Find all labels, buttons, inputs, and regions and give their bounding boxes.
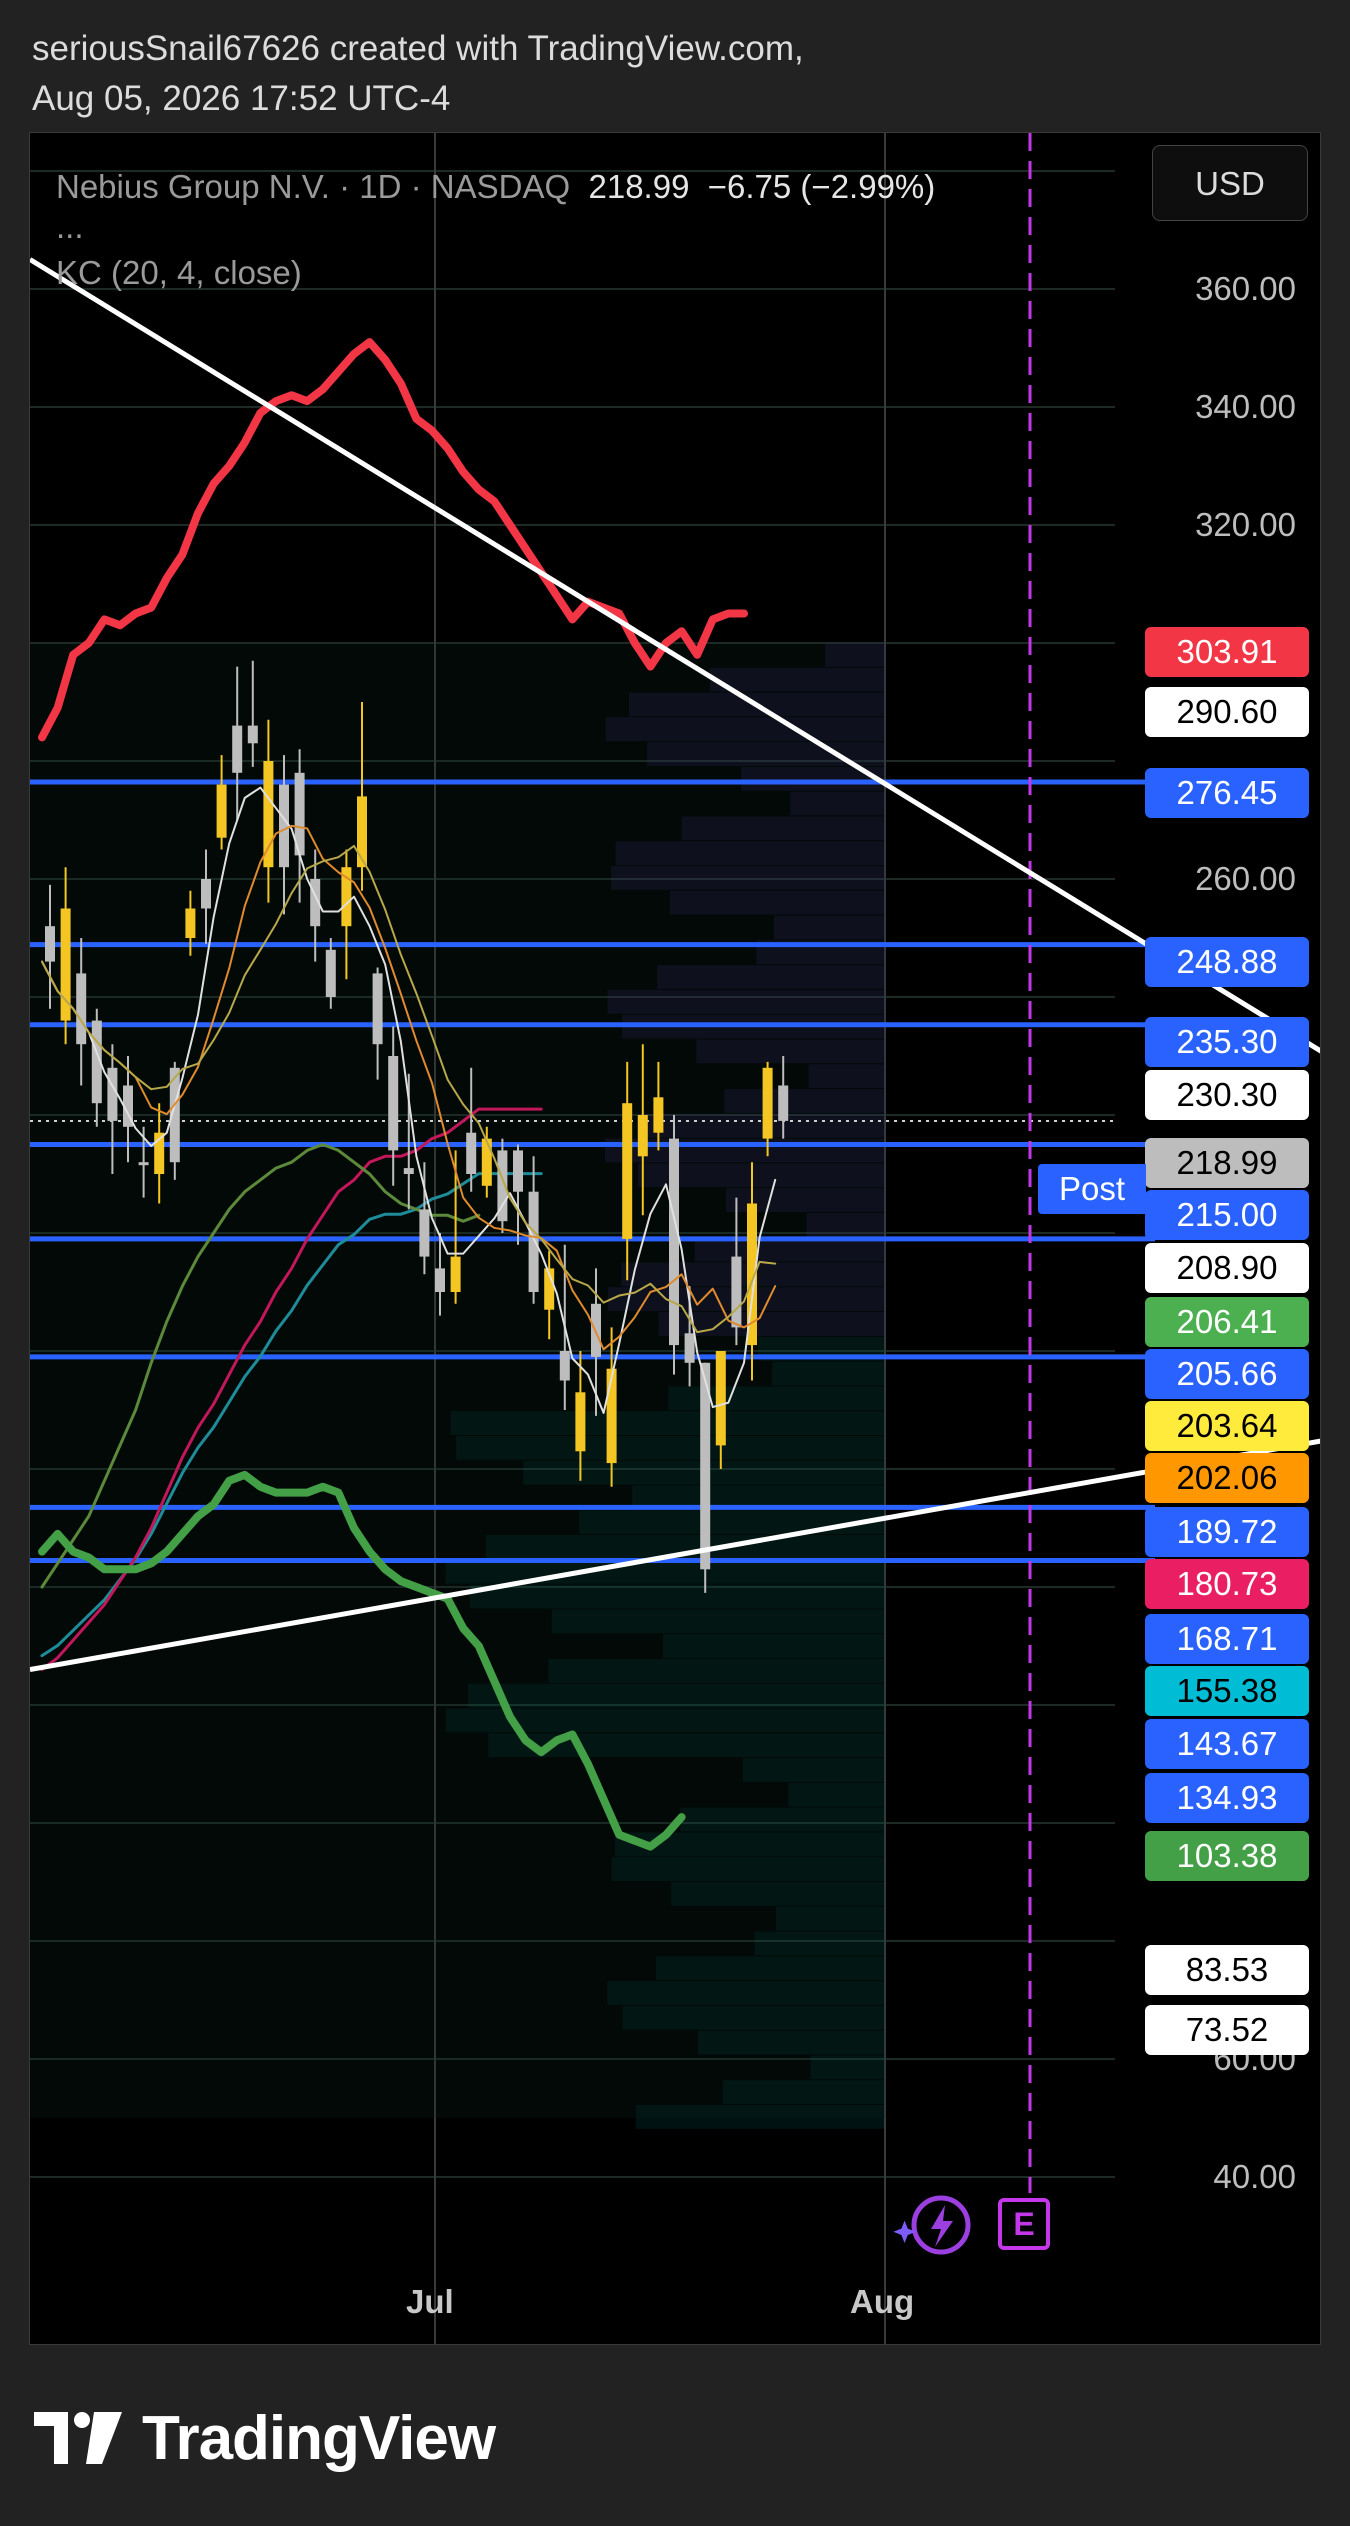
candle-body [419,1209,430,1257]
price-tag: 235.30 [1145,1017,1309,1067]
price-chart[interactable] [30,133,1320,2344]
legend-more[interactable]: ... [56,210,935,243]
price-tag: 189.72 [1145,1507,1309,1557]
price-tag: 248.88 [1145,937,1309,987]
candle-body [279,784,289,868]
caption-line-1: seriousSnail67626 created with TradingVi… [32,29,804,68]
price-tag: 230.30 [1145,1070,1309,1120]
candle-body [138,1162,149,1166]
candle-body [684,1333,695,1363]
price-tag: 202.06 [1145,1453,1309,1503]
candle-body [232,725,243,773]
price-change: −6.75 (−2.99%) [707,168,936,205]
price-axis-label: 340.00 [1195,388,1296,425]
price-tag: 83.53 [1145,1945,1309,1995]
candle-body [715,1351,726,1446]
indicator-label[interactable]: KC (20, 4, close) [56,249,935,297]
caption-line-2: Aug 05, 2026 17:52 UTC-4 [32,79,451,118]
candle-body [606,1368,617,1464]
candle-body [481,1138,492,1186]
candle-body [528,1191,539,1292]
time-axis-label: Aug [850,2283,915,2320]
candle-body [559,1351,570,1381]
tradingview-brand: TradingView [142,2403,496,2473]
candle-body [762,1067,773,1139]
price-tag: 143.67 [1145,1719,1309,1769]
candle-body [247,725,258,744]
price-tag: 205.66 [1145,1349,1309,1399]
candle-body [403,1168,414,1174]
candle-body [575,1392,586,1452]
candle-body [372,973,383,1045]
candle-body [778,1085,789,1121]
price-tag: 180.73 [1145,1559,1309,1609]
earnings-icon[interactable]: E [998,2198,1050,2250]
candle-body [622,1103,633,1239]
last-price: 218.99 [588,168,690,205]
candle-body [466,1132,477,1174]
price-tag: 134.93 [1145,1773,1309,1823]
candle-body [325,949,336,997]
price-tag: 276.45 [1145,768,1309,818]
candle-body [263,761,274,868]
price-tag: 290.60 [1145,687,1309,737]
price-tag: 155.38 [1145,1666,1309,1716]
price-tag: 218.99 [1145,1138,1309,1188]
candle-body [216,784,227,838]
price-tag: 303.91 [1145,627,1309,677]
post-market-label: Post [1038,1164,1146,1214]
chart-panel[interactable]: Nebius Group N.V. · 1D · NASDAQ 218.99 −… [29,132,1321,2345]
tradingview-logo-icon [34,2412,122,2464]
volume-profile-area [30,643,885,2118]
lightning-icon[interactable] [891,2193,971,2263]
candle-body [185,908,196,938]
price-tag: 203.64 [1145,1401,1309,1451]
candle-body [45,926,55,962]
candle-body [357,796,367,868]
caption: seriousSnail67626 created with TradingVi… [32,24,804,124]
price-tag: 206.41 [1145,1297,1309,1347]
candle-body [435,1268,445,1292]
price-tag: 208.90 [1145,1243,1309,1293]
candle-body [653,1097,664,1133]
footer: TradingView [34,2398,496,2478]
time-axis-label: Jul [406,2283,454,2320]
price-axis-label: 260.00 [1195,860,1296,897]
candle-body [201,879,211,909]
price-tag: 103.38 [1145,1831,1309,1881]
candle-body [731,1256,742,1328]
chart-legend: Nebius Group N.V. · 1D · NASDAQ 218.99 −… [56,163,935,297]
candle-body [388,1056,399,1151]
price-axis-label: 360.00 [1195,270,1296,307]
candle-body [637,1115,648,1157]
price-axis-label: 40.00 [1213,2158,1296,2195]
candle-body [669,1138,679,1346]
currency-button[interactable]: USD [1152,145,1308,221]
price-tag: 215.00 [1145,1190,1309,1240]
price-tag: 73.52 [1145,2005,1309,2055]
price-axis-label: 320.00 [1195,506,1296,543]
price-tag: 168.71 [1145,1614,1309,1664]
symbol-name: Nebius Group N.V. · 1D · NASDAQ [56,168,571,205]
candle-body [76,973,87,1045]
candle-body [450,1256,461,1292]
candle-body [513,1150,523,1192]
symbol-line[interactable]: Nebius Group N.V. · 1D · NASDAQ 218.99 −… [56,163,935,211]
candle-body [107,1067,118,1121]
